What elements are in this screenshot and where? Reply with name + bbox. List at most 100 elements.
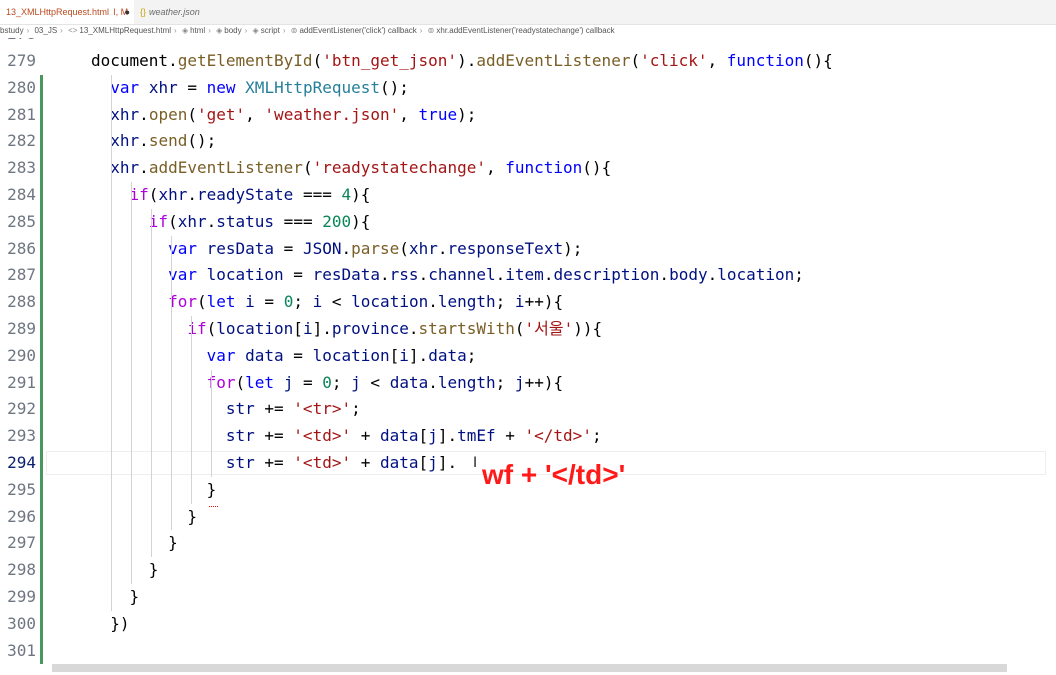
- code-token: length: [437, 292, 496, 312]
- code-token: addEventListener: [476, 51, 631, 70]
- breadcrumb-item[interactable]: body: [224, 26, 241, 35]
- code-token: document.: [91, 51, 178, 70]
- code-line[interactable]: xhr.send();: [91, 128, 216, 155]
- code-token: ===: [293, 185, 342, 204]
- indent-guide: [131, 182, 132, 584]
- code-token: let: [206, 292, 236, 312]
- code-token: if: [129, 185, 149, 204]
- line-number: 292: [7, 399, 36, 419]
- code-line[interactable]: xhr.open('get', 'weather.json', true);: [91, 102, 476, 129]
- code-token: }: [91, 533, 178, 553]
- code-line[interactable]: if(location[i].province.startsWith('서울')…: [91, 316, 602, 343]
- code-line[interactable]: xhr.addEventListener('readystatechange',…: [91, 155, 611, 182]
- code-editor[interactable]: 278 279 280 281 282 283 284 285 286 287 288 289 290…: [0, 38, 1056, 668]
- breadcrumb-item[interactable]: 13_XMLHttpRequest.html: [79, 26, 171, 35]
- code-line[interactable]: }: [91, 530, 178, 557]
- code-line[interactable]: for(let j = 0; j < data.length; j++){: [91, 370, 564, 397]
- breadcrumb-item[interactable]: html: [190, 26, 205, 35]
- line-number: 281: [7, 104, 36, 124]
- html-file-icon: <>: [68, 26, 78, 35]
- code-token: j: [514, 372, 525, 392]
- error-squiggle: [209, 503, 218, 507]
- code-token: 'weather.json': [264, 104, 400, 124]
- code-line[interactable]: }): [91, 611, 129, 638]
- line-number: 301: [7, 640, 36, 660]
- code-token: ++){: [524, 292, 564, 312]
- breadcrumb-item[interactable]: addEventListener('click') callback: [299, 26, 416, 35]
- code-token: =: [274, 238, 303, 258]
- code-token: '<tr>': [293, 399, 352, 419]
- line-number: 293: [7, 426, 36, 446]
- breadcrumb-item[interactable]: script: [261, 26, 280, 35]
- code-token: var: [168, 238, 197, 258]
- code-token: }: [91, 560, 159, 580]
- code-token: ){: [351, 211, 371, 231]
- code-token: str: [225, 426, 255, 446]
- code-token: ,: [245, 104, 265, 124]
- code-token: true: [418, 104, 458, 124]
- tab-weather-json[interactable]: {} weather.json: [134, 0, 206, 24]
- breadcrumb-item[interactable]: 03_JS: [34, 26, 57, 35]
- code-token: }: [91, 506, 197, 526]
- code-token: ;: [794, 265, 804, 285]
- code-token: (: [206, 319, 217, 338]
- code-line[interactable]: str += '<td>' + data[j].tmEf + '</td>';: [91, 423, 602, 450]
- tab-13-xmlhttprequest[interactable]: 13_XMLHttpRequest.html I, M ●: [0, 0, 134, 24]
- code-token: .: [380, 265, 390, 285]
- code-line[interactable]: if(xhr.status === 200){: [91, 209, 371, 236]
- line-number: 288: [7, 292, 36, 312]
- code-token: '<td>': [293, 426, 352, 446]
- code-line[interactable]: var resData = JSON.parse(xhr.responseTex…: [91, 236, 582, 263]
- line-number: 294: [7, 453, 36, 472]
- code-line[interactable]: if(xhr.readyState === 4){: [91, 182, 371, 209]
- code-token: +: [351, 426, 380, 446]
- line-number: 299: [7, 587, 36, 606]
- code-token: .: [428, 292, 438, 312]
- code-token: =: [254, 292, 284, 312]
- code-token: ;: [466, 345, 477, 365]
- code-token: tmEf: [457, 426, 496, 446]
- code-token: ;: [591, 426, 602, 446]
- horizontal-scrollbar[interactable]: [52, 664, 1007, 672]
- code-line[interactable]: for(let i = 0; i < location.length; i++)…: [91, 289, 563, 316]
- code-line[interactable]: }: [91, 504, 197, 531]
- code-line[interactable]: var location = resData.rss.channel.item.…: [91, 262, 804, 289]
- code-token: startsWith: [418, 319, 515, 338]
- code-token: {: [592, 319, 603, 338]
- code-token: .: [206, 211, 217, 231]
- code-token: '</td>': [524, 426, 592, 446]
- code-token: [: [389, 345, 400, 365]
- code-token: 0: [322, 372, 332, 392]
- code-token: send: [148, 131, 188, 151]
- element-icon: ◈: [181, 26, 189, 35]
- breadcrumb-item[interactable]: bstudy: [0, 26, 24, 35]
- code-line[interactable]: }: [91, 584, 140, 611]
- code-line[interactable]: document.getElementById('btn_get_json').…: [91, 48, 833, 75]
- code-token: +: [495, 426, 525, 446]
- code-line[interactable]: var data = location[i].data;: [91, 343, 477, 370]
- code-token: description: [553, 265, 660, 285]
- code-token: status: [216, 211, 275, 231]
- code-token: ).: [457, 51, 477, 70]
- code-token: 200: [322, 211, 352, 231]
- code-line[interactable]: }: [91, 477, 217, 504]
- code-line[interactable]: var xhr = new XMLHttpRequest();: [91, 75, 409, 102]
- line-number: 279: [7, 51, 36, 70]
- chevron-right-icon: ›: [208, 26, 211, 35]
- line-number: 296: [7, 506, 36, 526]
- code-token: (: [235, 372, 246, 392]
- code-token: i: [399, 345, 409, 365]
- breadcrumb-item[interactable]: xhr.addEventListener('readystatechange')…: [436, 26, 614, 35]
- code-line[interactable]: }: [91, 557, 159, 584]
- chevron-right-icon: ›: [174, 26, 177, 35]
- code-token: ;: [351, 399, 361, 419]
- modified-dot-icon[interactable]: ●: [125, 0, 130, 24]
